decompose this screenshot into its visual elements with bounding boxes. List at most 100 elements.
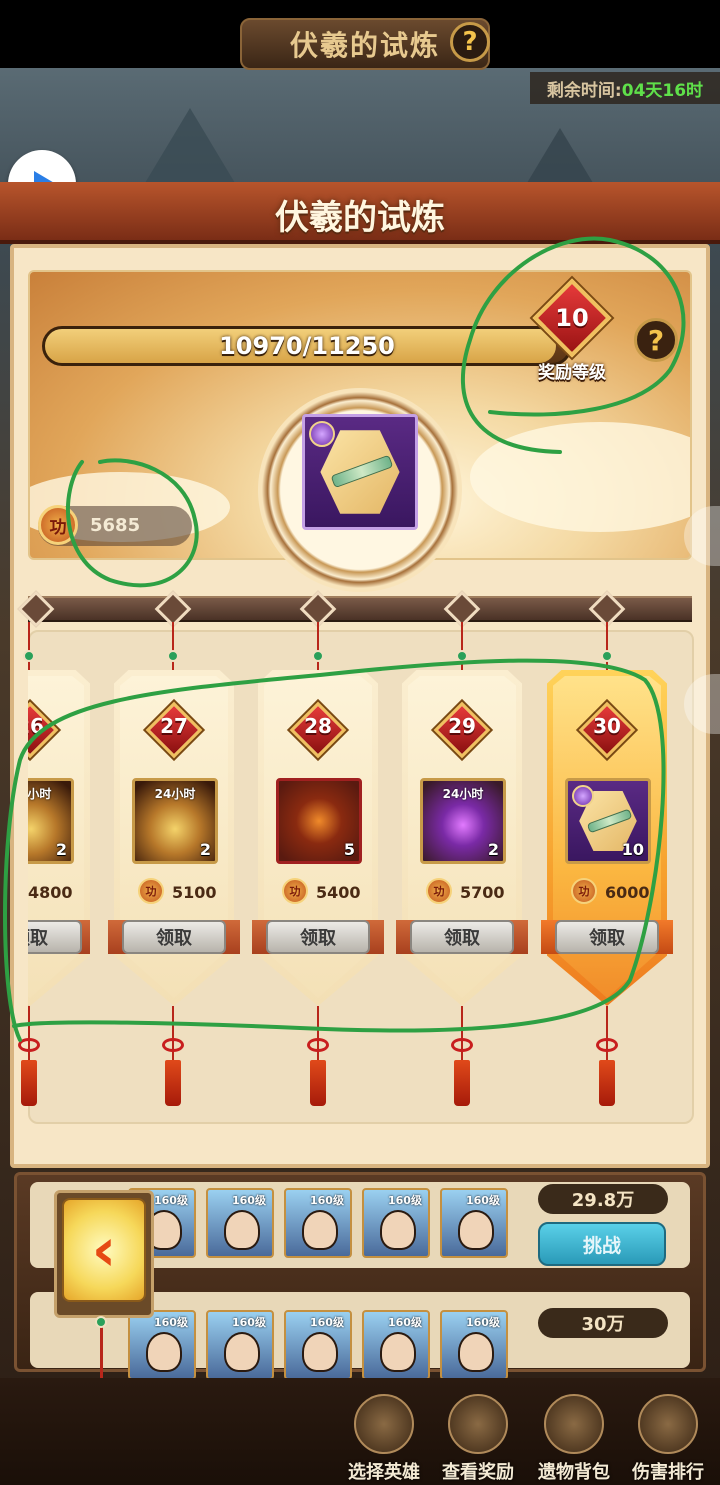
claim-button[interactable]: 领取 (410, 920, 514, 954)
merit-icon: 功 (38, 505, 78, 545)
knot-icon (307, 1038, 329, 1052)
bead-icon (95, 1316, 107, 1328)
tassel-icon (21, 1060, 37, 1106)
tassel-icon (454, 1060, 470, 1106)
hanging-string (317, 1006, 319, 1066)
combat-power: 29.8万 (538, 1184, 668, 1214)
tier-cost: 6000 (605, 883, 650, 902)
tier-cost: 5700 (460, 883, 505, 902)
reward-level-label: 奖励等级 (538, 363, 606, 383)
merit-icon: 功 (571, 878, 597, 904)
bead-icon (601, 650, 613, 662)
reward-duration: 24小时 (442, 787, 484, 801)
fire-emblem-icon[interactable]: 5 (276, 778, 362, 864)
nav-relic-bag[interactable]: 遗物背包 (532, 1390, 616, 1483)
reward-level-value: 10 (555, 304, 589, 332)
tassel-icon (165, 1060, 181, 1106)
remaining-time-label: 剩余时间: (546, 80, 622, 101)
bead-icon (167, 650, 179, 662)
progress-text: 10970/11250 (219, 332, 395, 360)
hanging-string (28, 1006, 30, 1066)
question-mark-icon[interactable]: ? (450, 22, 490, 62)
nav-label: 伤害排行 (632, 1462, 704, 1483)
gold-chest-icon[interactable]: 24小时 2 (28, 778, 74, 864)
tier-card-30[interactable]: 30 10 功 6000 领取 (541, 670, 673, 1006)
tier-cost: 5400 (316, 883, 361, 902)
reward-quantity: 2 (199, 840, 211, 859)
question-mark-icon[interactable]: ? (634, 318, 678, 362)
hanging-string (28, 622, 30, 672)
claim-button[interactable]: 领取 (555, 920, 659, 954)
claim-button[interactable]: 领取 (122, 920, 226, 954)
hero-avatar[interactable]: 160级 (362, 1310, 430, 1380)
tier-card-29[interactable]: 29 24小时 2 功 5700 领取 (396, 670, 528, 1006)
hero-avatar[interactable]: 160级 (206, 1188, 274, 1258)
tier-level: 27 (160, 714, 188, 738)
gem-icon (572, 785, 594, 807)
hanging-string (317, 622, 319, 672)
hanging-string (172, 1006, 174, 1066)
tier-card-28[interactable]: 28 5 功 5400 领取 (252, 670, 384, 1006)
reward-duration: 24小时 (154, 787, 196, 801)
tier-card-26[interactable]: 26 24小时 2 功 4800 领取 (28, 670, 90, 1006)
bead-icon (312, 650, 324, 662)
knot-icon (18, 1038, 40, 1052)
reward-duration: 24小时 (28, 787, 52, 801)
nav-damage-ranking[interactable]: 伤害排行 (626, 1390, 710, 1483)
remaining-time-value: 04天16时 (621, 80, 704, 101)
knot-icon (451, 1038, 473, 1052)
hanging-string (606, 622, 608, 672)
knot-icon (596, 1038, 618, 1052)
hero-avatar[interactable]: 160级 (440, 1188, 508, 1258)
tier-level: 29 (448, 714, 476, 738)
hanging-string (172, 622, 174, 672)
chevron-left-icon: ‹ (91, 1215, 117, 1285)
hero-avatar[interactable]: 160级 (284, 1188, 352, 1258)
bag-icon (544, 1394, 604, 1454)
hero-avatar[interactable]: 160级 (440, 1310, 508, 1380)
nav-label: 遗物背包 (538, 1462, 610, 1483)
nav-view-rewards[interactable]: 查看奖励 (436, 1390, 520, 1483)
purple-chest-icon[interactable]: 24小时 2 (420, 778, 506, 864)
hanging-string (100, 1318, 103, 1386)
nav-select-hero[interactable]: 选择英雄 (342, 1390, 426, 1483)
knot-icon (162, 1038, 184, 1052)
hero-avatar[interactable]: 160级 (128, 1310, 196, 1380)
merit-icon: 功 (426, 878, 452, 904)
claim-button[interactable]: 领取 (28, 920, 82, 954)
hanging-string (606, 1006, 608, 1066)
tier-cost: 4800 (28, 883, 73, 902)
jade-flute-icon[interactable] (302, 414, 418, 530)
merit-icon: 功 (282, 878, 308, 904)
reward-level-badge: 10 奖励等级 (520, 278, 624, 383)
hero-portrait-icon (354, 1394, 414, 1454)
nav-label: 选择英雄 (348, 1462, 420, 1483)
gem-icon (309, 421, 335, 447)
tier-level: 30 (593, 714, 621, 738)
hanging-string (461, 622, 463, 672)
tassel-icon (599, 1060, 615, 1106)
hero-avatar[interactable]: 160级 (362, 1188, 430, 1258)
tier-card-27[interactable]: 27 24小时 2 功 5100 领取 (108, 670, 240, 1006)
hero-avatar[interactable]: 160级 (284, 1310, 352, 1380)
hero-avatar[interactable]: 160级 (206, 1310, 274, 1380)
tier-level: 28 (304, 714, 332, 738)
bead-icon (456, 650, 468, 662)
reward-quantity: 10 (621, 840, 644, 859)
merit-icon: 功 (138, 878, 164, 904)
ranking-scroll-icon (638, 1394, 698, 1454)
treasure-chest-icon (448, 1394, 508, 1454)
claim-button[interactable]: 领取 (266, 920, 370, 954)
tier-cost: 5100 (172, 883, 217, 902)
back-button[interactable]: ‹ (62, 1198, 146, 1302)
panel-title: 伏羲的试炼 (275, 198, 445, 238)
hanging-string (461, 1006, 463, 1066)
gold-chest-icon[interactable]: 24小时 2 (132, 778, 218, 864)
challenge-button[interactable]: 挑战 (538, 1222, 666, 1266)
bead-icon (23, 650, 35, 662)
jade-flute-icon[interactable]: 10 (565, 778, 651, 864)
remaining-time: 剩余时间: 04天16时 (530, 72, 720, 104)
tassel-icon (310, 1060, 326, 1106)
combat-power: 30万 (538, 1308, 668, 1338)
reward-quantity: 2 (487, 840, 499, 859)
